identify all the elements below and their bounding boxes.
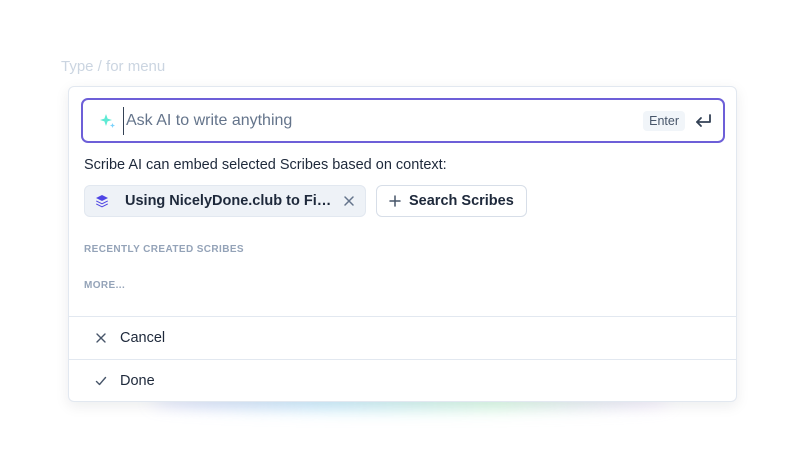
selected-scribe-title: Using NicelyDone.club to Find F... [125,193,333,209]
ai-prompt-input[interactable] [123,106,644,135]
done-button[interactable]: Done [69,359,736,401]
checkmark-icon [95,376,107,386]
recently-created-heading: RECENTLY CREATED SCRIBES [84,244,244,255]
plus-icon [389,195,401,207]
remove-scribe-close-icon[interactable] [343,195,355,207]
done-label: Done [120,373,155,389]
ai-prompt-box[interactable]: Enter [81,98,725,143]
sparkle-icon [100,113,115,128]
more-scribes-link[interactable]: MORE... [84,280,125,291]
selected-scribe-chip[interactable]: Using NicelyDone.club to Find F... [84,185,366,217]
stack-icon [96,195,108,208]
ai-prompt-panel: Enter Scribe AI can embed selected Scrib… [68,86,737,402]
search-scribes-label: Search Scribes [409,193,514,209]
context-description: Scribe AI can embed selected Scribes bas… [84,157,447,173]
close-icon [96,333,106,343]
enter-key-badge: Enter [643,110,685,131]
scribe-chip-row: Using NicelyDone.club to Find F... Searc… [84,185,527,217]
search-scribes-button[interactable]: Search Scribes [376,185,527,217]
cancel-label: Cancel [120,330,166,346]
editor-placeholder-hint: Type / for menu [61,58,166,75]
enter-return-icon[interactable] [693,112,713,130]
cancel-button[interactable]: Cancel [69,316,736,359]
